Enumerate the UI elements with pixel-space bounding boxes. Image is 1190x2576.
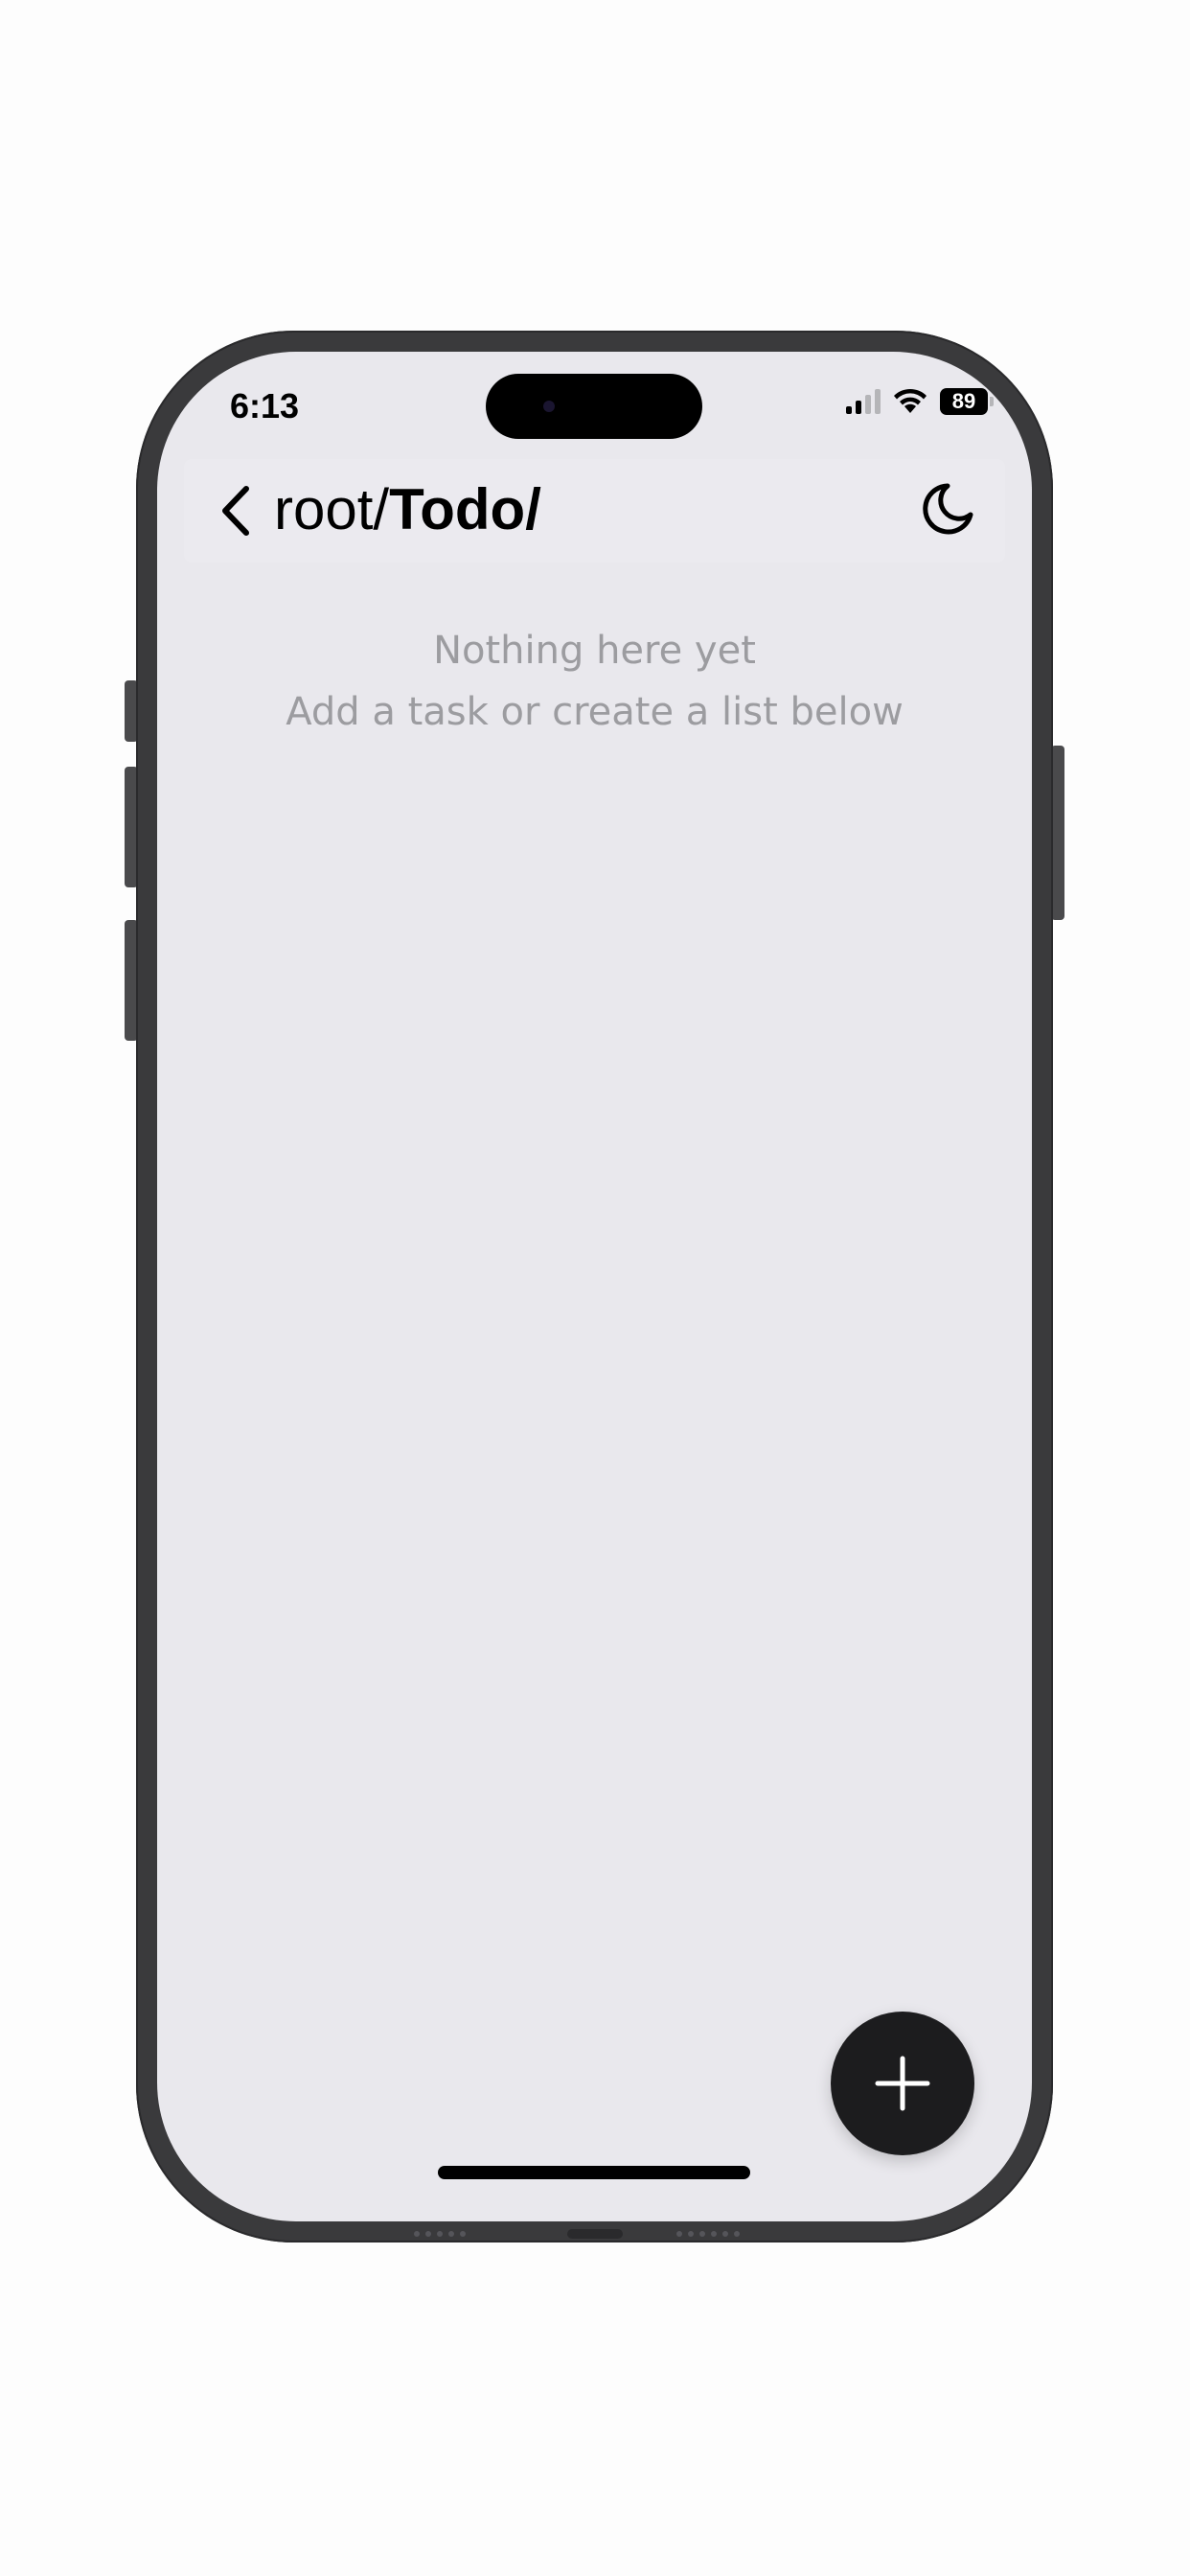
screen: 6:13 89 root/Todo/ Nothing here yet Add …: [157, 352, 1032, 2221]
dynamic-island: [486, 374, 702, 439]
wifi-icon: [894, 388, 927, 413]
battery-icon: 89: [940, 388, 994, 415]
cellular-signal-icon: [846, 389, 881, 414]
status-time: 6:13: [230, 386, 300, 426]
breadcrumb-current: Todo/: [389, 477, 541, 541]
battery-level: 89: [940, 388, 988, 415]
home-indicator[interactable]: [438, 2166, 750, 2179]
add-button[interactable]: [831, 2012, 974, 2155]
moon-icon: [923, 483, 973, 535]
theme-toggle-button[interactable]: [915, 480, 976, 541]
nav-bar: root/Todo/: [184, 459, 1005, 563]
empty-state-title: Nothing here yet: [433, 629, 756, 673]
phone-frame: 6:13 89 root/Todo/ Nothing here yet Add …: [136, 331, 1053, 2242]
status-icons: 89: [846, 388, 994, 415]
charging-port: [567, 2229, 623, 2239]
chevron-left-icon: [222, 486, 249, 536]
power-button: [1051, 746, 1064, 920]
camera-icon: [543, 401, 555, 412]
speaker-grille-right: [676, 2231, 740, 2237]
status-bar: 6:13 89: [157, 352, 1032, 457]
speaker-grille-left: [414, 2231, 466, 2237]
breadcrumb-parent[interactable]: root/: [274, 477, 389, 541]
back-button[interactable]: [209, 484, 263, 538]
empty-state-subtitle: Add a task or create a list below: [286, 690, 904, 734]
plus-icon: [875, 2056, 930, 2111]
empty-state: Nothing here yet Add a task or create a …: [157, 620, 1032, 743]
breadcrumb: root/Todo/: [274, 478, 541, 541]
